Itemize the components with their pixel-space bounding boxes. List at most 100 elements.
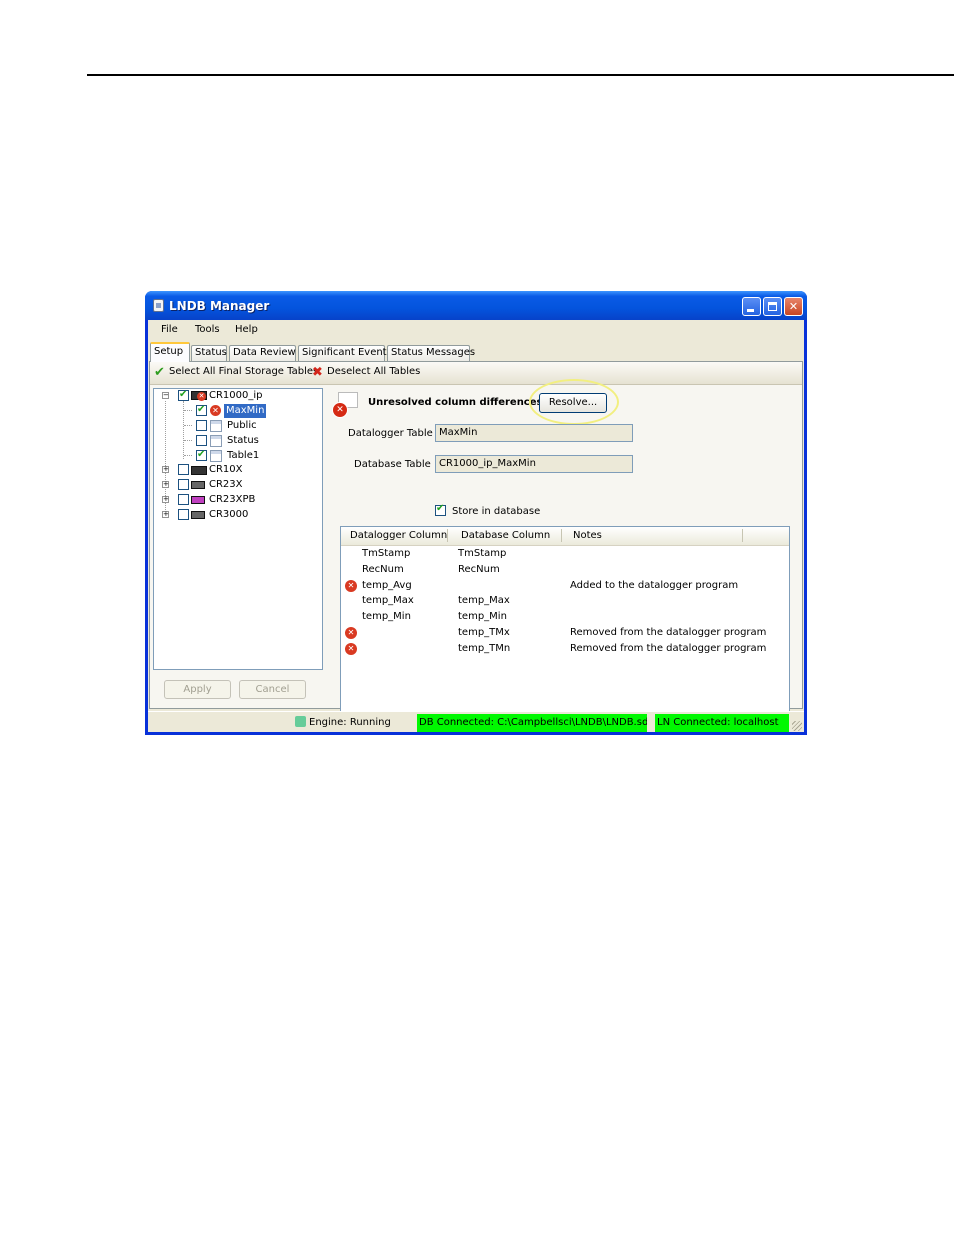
tree-item-cr10x[interactable]: + CR10X [154, 463, 322, 477]
tree-item-table1[interactable]: Table1 [154, 448, 322, 463]
tree-item-cr23xpb[interactable]: + CR23XPB [154, 493, 322, 507]
table-icon [210, 450, 222, 462]
cell-database: temp_Min [458, 611, 507, 623]
tab-significant-events[interactable]: Significant Events [298, 345, 392, 361]
maximize-button[interactable] [763, 297, 782, 316]
resize-grip[interactable] [792, 721, 802, 731]
menu-help[interactable]: Help [235, 324, 258, 335]
database-table-field[interactable]: CR1000_ip_MaxMin [435, 455, 633, 473]
tree-item-cr1000-ip[interactable]: − ✕ CR1000_ip [154, 388, 322, 403]
datalogger-icon [191, 481, 205, 489]
tree-label: CR10X [209, 464, 243, 475]
cell-datalogger: TmStamp [362, 548, 411, 559]
table-icon [210, 420, 222, 432]
table-row[interactable]: TmStamp TmStamp [341, 547, 789, 562]
select-all-button[interactable]: ✔ Select All Final Storage Tables [154, 366, 318, 379]
tab-status[interactable]: Status [191, 345, 227, 361]
menu-tools[interactable]: Tools [195, 324, 220, 335]
tree-label: Table1 [227, 450, 260, 461]
header-separator [742, 529, 743, 542]
db-connection-status: DB Connected: C:\Campbellsci\LNDB\LNDB.s… [417, 714, 647, 732]
tree-checkbox[interactable] [178, 464, 189, 475]
app-icon [153, 299, 164, 312]
menu-file[interactable]: File [161, 324, 178, 335]
tree-label: CR23XPB [209, 494, 256, 505]
tree-item-cr3000[interactable]: + CR3000 [154, 508, 322, 522]
checkmark-icon: ✔ [154, 365, 165, 380]
title-bar[interactable]: LNDB Manager ✕ [145, 291, 807, 320]
tree-item-status[interactable]: Status [154, 434, 322, 448]
tree-label: CR1000_ip [209, 390, 263, 401]
cell-database: temp_Max [458, 595, 510, 607]
deselect-all-label: Deselect All Tables [327, 366, 421, 377]
cell-database: TmStamp [458, 548, 507, 559]
expand-icon[interactable]: + [162, 496, 169, 503]
store-in-database-checkbox[interactable] [435, 503, 446, 516]
column-list-header: Datalogger Column Database Column Notes [341, 527, 789, 546]
tree-checkbox[interactable] [178, 509, 189, 520]
minimize-button[interactable] [742, 297, 761, 316]
apply-button[interactable]: Apply [164, 680, 231, 699]
table-icon [210, 435, 222, 447]
datalogger-icon [191, 466, 207, 475]
tab-data-review[interactable]: Data Review [229, 345, 296, 361]
page-header-rule [87, 74, 954, 76]
tree-checkbox[interactable] [196, 435, 207, 446]
table-row[interactable]: RecNum RecNum [341, 563, 789, 578]
table-row[interactable]: ✕ temp_TMn Removed from the datalogger pro… [341, 642, 789, 657]
tree-item-maxmin[interactable]: ✕ MaxMin [154, 403, 322, 418]
tree-item-public[interactable]: Public [154, 419, 322, 433]
cell-datalogger: RecNum [362, 563, 404, 575]
engine-status-text: Engine: Running [309, 717, 391, 728]
tab-strip: Setup Status Data Review Significant Eve… [148, 342, 804, 362]
cell-datalogger: temp_Avg [362, 579, 412, 591]
tab-setup[interactable]: Setup [150, 342, 190, 362]
resolve-button[interactable]: Resolve... [539, 393, 607, 413]
lndb-manager-window: LNDB Manager ✕ File Tools Help Setup Sta… [145, 291, 807, 735]
header-separator [447, 529, 448, 542]
header-notes[interactable]: Notes [573, 530, 602, 541]
expand-icon[interactable]: + [162, 511, 169, 518]
datalogger-table-field: MaxMin [435, 424, 633, 442]
table-row[interactable]: temp_Min temp_Min [341, 610, 789, 625]
column-list: Datalogger Column Database Column Notes … [340, 526, 790, 719]
header-database-column[interactable]: Database Column [461, 530, 550, 541]
tree-checkbox[interactable] [178, 494, 189, 505]
tree-checkbox[interactable] [178, 388, 189, 402]
cell-database: temp_TMn [458, 642, 511, 654]
collapse-icon[interactable]: − [162, 392, 169, 399]
tree-checkbox[interactable] [196, 420, 207, 431]
ln-connection-status: LN Connected: localhost [655, 714, 789, 732]
tree-checkbox[interactable] [178, 479, 189, 490]
cancel-button[interactable]: Cancel [239, 680, 306, 699]
window-title: LNDB Manager [169, 299, 270, 313]
cell-notes: Removed from the datalogger program [570, 642, 767, 654]
expand-icon[interactable]: + [162, 466, 169, 473]
error-icon: ✕ [197, 392, 206, 401]
engine-status: Engine: Running [295, 716, 391, 728]
select-all-label: Select All Final Storage Tables [169, 366, 319, 377]
table-row[interactable]: temp_Max temp_Max [341, 594, 789, 609]
error-icon: ✕ [210, 405, 221, 416]
red-x-icon: ✖ [312, 365, 323, 380]
error-icon: ✕ [345, 642, 357, 655]
close-button[interactable]: ✕ [784, 297, 803, 316]
cell-notes: Removed from the datalogger program [570, 627, 767, 638]
tree-item-cr23x[interactable]: + CR23X [154, 478, 322, 492]
store-in-database-label: Store in database [452, 506, 541, 517]
table-row[interactable]: ✕ temp_TMx Removed from the datalogger pro… [341, 626, 789, 641]
datalogger-table-label: Datalogger Table [348, 428, 433, 439]
menu-bar: File Tools Help [148, 320, 804, 340]
tree-label: CR23X [209, 479, 243, 490]
expand-icon[interactable]: + [162, 481, 169, 488]
tree-label: MaxMin [224, 404, 267, 418]
tree-checkbox[interactable] [196, 403, 207, 417]
tab-status-messages[interactable]: Status Messages [387, 345, 475, 361]
window-client: File Tools Help Setup Status Data Review… [148, 320, 804, 732]
table-row[interactable]: ✕ temp_Avg Added to the datalogger program [341, 579, 789, 594]
deselect-all-button[interactable]: ✖ Deselect All Tables [312, 366, 420, 379]
minimize-icon [747, 309, 754, 312]
tree-checkbox[interactable] [196, 448, 207, 462]
header-datalogger-column[interactable]: Datalogger Column [350, 530, 447, 541]
cell-datalogger: temp_Min [362, 611, 411, 623]
